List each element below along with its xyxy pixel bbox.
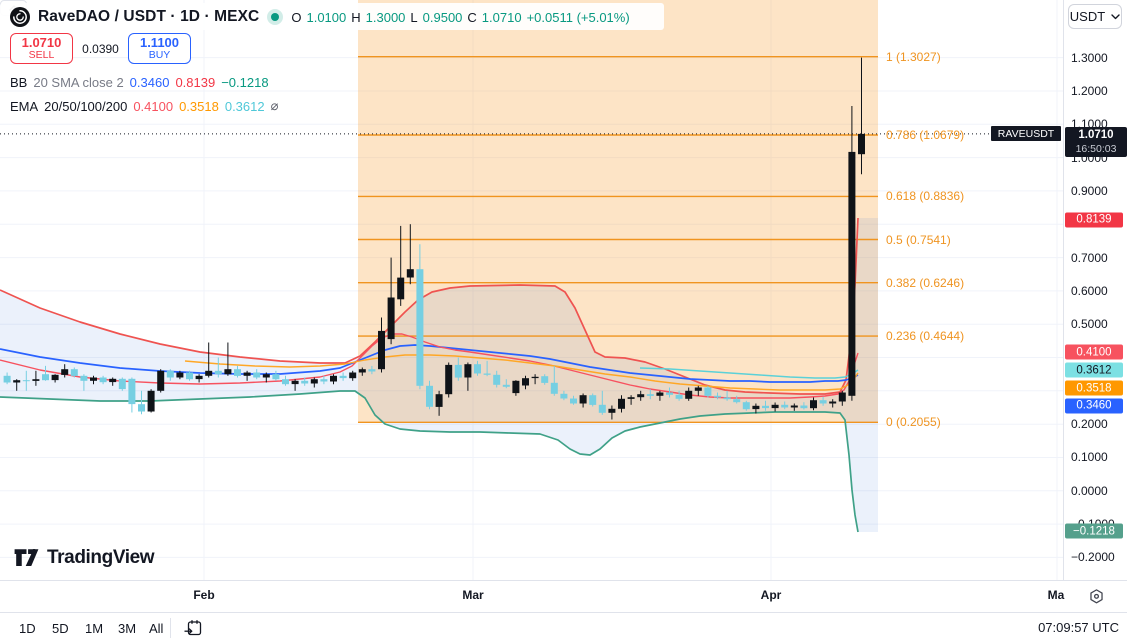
range-button-all[interactable]: All [146, 619, 166, 637]
last-price-value: 1.0710 [1078, 129, 1113, 142]
time-axis[interactable]: Feb Mar Apr Ma [0, 580, 1127, 612]
high-value: 1.3000 [366, 10, 406, 25]
price-tick: 0.6000 [1071, 284, 1108, 298]
buy-price: 1.1100 [140, 36, 179, 50]
utc-clock[interactable]: 07:09:57 UTC [1038, 620, 1119, 635]
range-button-5d[interactable]: 5D [49, 619, 72, 637]
price-tick: 0.7000 [1071, 251, 1108, 265]
trading-chart-app: 1 (1.3027) 0.786 (1.0679) 0.618 (0.8836) 0.… [0, 0, 1127, 642]
fib-level-label: 0.786 (1.0679) [886, 128, 964, 142]
spread-value: 0.0390 [73, 42, 128, 56]
ema20-value: 0.4100 [133, 99, 173, 114]
ema100-value: 0.3612 [225, 99, 265, 114]
high-label: H [351, 10, 360, 25]
axis-price-chip: 0.3518 [1065, 381, 1123, 396]
buy-label: BUY [149, 50, 171, 61]
fib-level-label: 0 (0.2055) [886, 415, 941, 429]
ravedao-logo [10, 7, 30, 27]
price-tick: 1.2000 [1071, 84, 1108, 98]
symbol-title[interactable]: RaveDAO / USDT · 1D · MEXC [38, 8, 259, 26]
last-price-label: 1.0710 16:50:03 [1065, 127, 1127, 157]
change-value: +0.0511 (+5.01%) [527, 10, 630, 25]
buy-button[interactable]: 1.1100 BUY [128, 33, 191, 64]
price-tick: −0.2000 [1071, 550, 1115, 564]
month-label: Mar [462, 588, 483, 602]
goto-date-button[interactable] [183, 618, 203, 638]
price-tick: 0.1000 [1071, 450, 1108, 464]
low-label: L [410, 10, 417, 25]
gear-icon [1088, 588, 1105, 605]
currency-unit-dropdown[interactable]: USDT [1068, 4, 1122, 29]
fib-level-label: 0.5 (0.7541) [886, 233, 951, 247]
price-tick: 0.9000 [1071, 184, 1108, 198]
ema-name: EMA [10, 99, 38, 114]
price-tick: 0.2000 [1071, 417, 1108, 431]
ema50-value: 0.3518 [179, 99, 219, 114]
close-value: 1.0710 [482, 10, 522, 25]
open-label: O [291, 10, 301, 25]
fib-level-label: 0.236 (0.4644) [886, 329, 964, 343]
axis-price-chip: −0.1218 [1065, 524, 1123, 539]
tradingview-logo-icon [13, 546, 40, 570]
tradingview-logo-text: TradingView [47, 547, 154, 569]
bb-indicator-legend[interactable]: BB 20 SMA close 2 0.3460 0.8139 −0.1218 [10, 75, 269, 90]
open-value: 1.0100 [306, 10, 346, 25]
ema200-empty-value: ⌀ [271, 98, 279, 114]
fib-level-label: 1 (1.3027) [886, 50, 941, 64]
axis-price-chip: 0.4100 [1065, 345, 1123, 360]
bb-upper-value: 0.8139 [175, 75, 215, 90]
bottom-toolbar: 1D 5D 1M 3M All 07:09:57 UTC [0, 612, 1127, 642]
header-row: RaveDAO / USDT · 1D · MEXC O 1.0100 H 1.30… [10, 5, 630, 29]
price-tick: 1.3000 [1071, 51, 1108, 65]
trade-panel: 1.0710 SELL 0.0390 1.1100 BUY [10, 33, 191, 64]
axis-price-chip: 0.3460 [1065, 398, 1123, 413]
axis-settings-button[interactable] [1086, 586, 1106, 606]
price-axis[interactable]: 1.30001.20001.10001.00000.90000.70000.60… [1063, 0, 1127, 580]
currency-unit-value: USDT [1070, 9, 1105, 24]
market-status-icon[interactable] [267, 9, 283, 25]
axis-price-chip: 0.8139 [1065, 212, 1123, 227]
low-value: 0.9500 [423, 10, 463, 25]
price-tick: 0.5000 [1071, 317, 1108, 331]
sell-price: 1.0710 [22, 36, 62, 50]
price-tick: 0.0000 [1071, 484, 1108, 498]
fib-level-label: 0.618 (0.8836) [886, 189, 964, 203]
chevron-down-icon [1111, 14, 1120, 20]
sell-button[interactable]: 1.0710 SELL [10, 33, 73, 64]
bar-countdown: 16:50:03 [1076, 143, 1117, 155]
month-label: Apr [761, 588, 782, 602]
axis-price-chip: 0.3612 [1065, 363, 1123, 378]
symbol-tag-label: RAVEUSDT [991, 126, 1061, 141]
range-button-3m[interactable]: 3M [115, 619, 139, 637]
bb-name: BB [10, 75, 27, 90]
tradingview-logo[interactable]: TradingView [13, 546, 154, 570]
month-label: Ma [1048, 588, 1065, 602]
bb-lower-value: −0.1218 [221, 75, 268, 90]
range-button-1m[interactable]: 1M [82, 619, 106, 637]
toolbar-divider [170, 618, 171, 638]
calendar-arrow-icon [183, 618, 203, 638]
ema-indicator-legend[interactable]: EMA 20/50/100/200 0.4100 0.3518 0.3612 ⌀ [10, 98, 278, 114]
fib-level-label: 0.382 (0.6246) [886, 276, 964, 290]
ema-params: 20/50/100/200 [44, 99, 127, 114]
bb-basis-value: 0.3460 [130, 75, 170, 90]
bb-params: 20 SMA close 2 [33, 75, 123, 90]
month-label: Feb [193, 588, 214, 602]
close-label: C [467, 10, 476, 25]
range-button-1d[interactable]: 1D [16, 619, 39, 637]
ohlc-legend: O 1.0100 H 1.3000 L 0.9500 C 1.0710 +0.0511 … [291, 10, 629, 25]
sell-label: SELL [29, 50, 55, 61]
